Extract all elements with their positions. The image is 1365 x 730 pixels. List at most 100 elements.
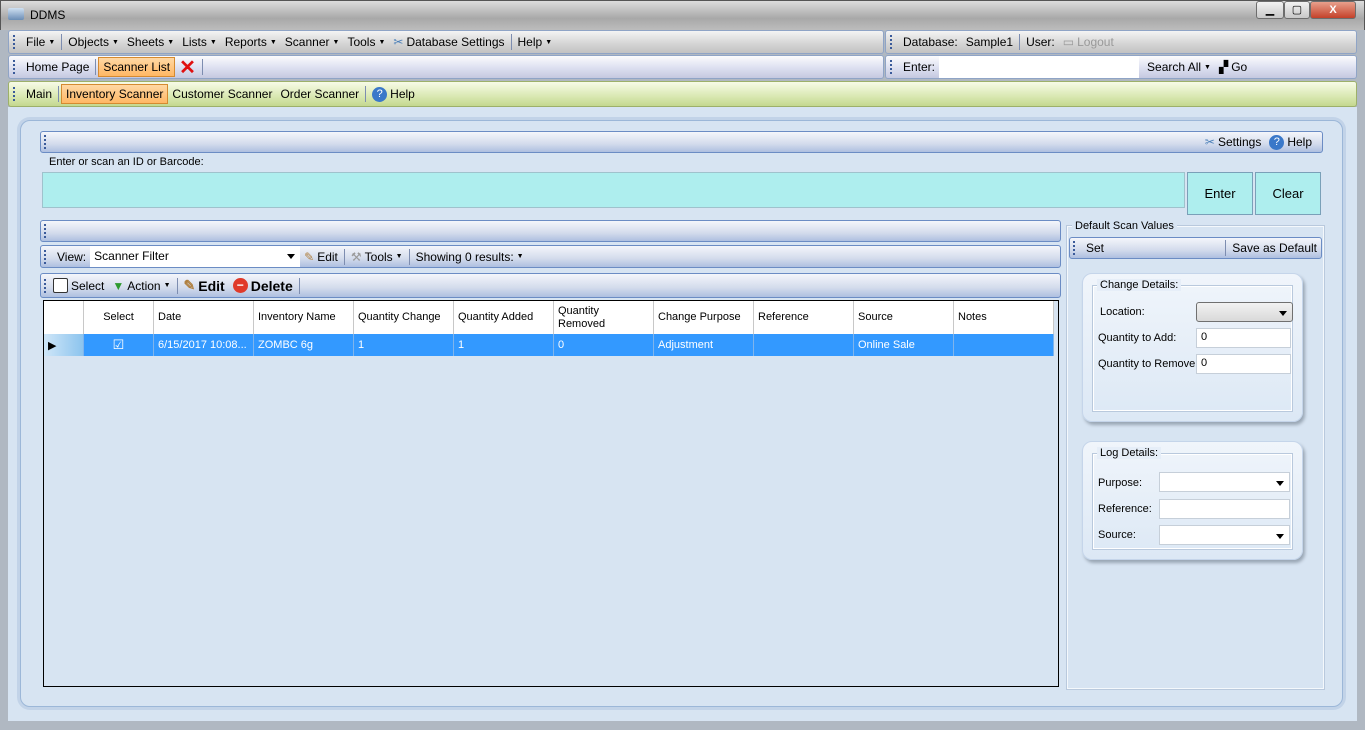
go-button[interactable]: ▞ Go xyxy=(1215,60,1251,74)
menu-file[interactable]: File ▼ xyxy=(22,35,59,49)
scanner-nav-bar: Main Inventory Scanner Customer Scanner … xyxy=(8,81,1357,107)
edit-button[interactable]: ✎ Edit xyxy=(180,277,229,294)
enter-button[interactable]: Enter xyxy=(1187,172,1253,215)
showing-results-dropdown[interactable]: Showing 0 results: ▼ xyxy=(412,250,528,264)
menu-tools[interactable]: Tools ▼ xyxy=(343,35,389,49)
location-select[interactable] xyxy=(1196,302,1293,322)
cell-date[interactable]: 6/15/2017 10:08... xyxy=(154,334,254,356)
change-details-box: Change Details: Location: Quantity to Ad… xyxy=(1082,273,1303,422)
arrow-down-icon: ▼ xyxy=(112,278,125,293)
minimize-button[interactable]: ▁ xyxy=(1256,1,1284,19)
tab-home-page[interactable]: Home Page xyxy=(22,60,93,74)
close-button[interactable]: X xyxy=(1310,1,1356,19)
go-label: Go xyxy=(1231,60,1248,74)
delete-button[interactable]: − Delete xyxy=(229,278,297,294)
column-header-date[interactable]: Date xyxy=(154,301,254,334)
pencil-icon: ✎ xyxy=(304,249,315,264)
grip-icon xyxy=(44,224,47,238)
column-header-quantity-change[interactable]: Quantity Change xyxy=(354,301,454,334)
delete-icon: − xyxy=(232,278,248,293)
barcode-prompt: Enter or scan an ID or Barcode: xyxy=(49,156,204,168)
clear-button[interactable]: Clear xyxy=(1255,172,1321,215)
cell-change-purpose[interactable]: Adjustment xyxy=(654,334,754,356)
change-details-title: Change Details: xyxy=(1097,279,1182,291)
row-selector-icon[interactable]: ▶ xyxy=(44,334,84,356)
nav-order-scanner[interactable]: Order Scanner xyxy=(276,87,363,101)
tab-bar: Home Page Scanner List ✕ xyxy=(8,55,884,79)
search-all-dropdown[interactable]: Search All ▼ xyxy=(1143,60,1215,74)
action-dropdown[interactable]: ▼ Action ▼ xyxy=(108,279,174,293)
column-header-inventory-name[interactable]: Inventory Name xyxy=(254,301,354,334)
view-tools-button[interactable]: ⚒ Tools ▼ xyxy=(347,250,407,264)
row-select-checkbox[interactable]: ☑ xyxy=(84,334,154,356)
nav-inventory-scanner[interactable]: Inventory Scanner xyxy=(61,84,169,104)
settings-button[interactable]: ✂ Settings xyxy=(1201,135,1265,149)
scanner-grid: Select Date Inventory Name Quantity Chan… xyxy=(43,300,1059,687)
menu-bar: File ▼ Objects ▼ Sheets ▼ Lists ▼ Reports ▼ S… xyxy=(8,30,884,54)
edit-label: Edit xyxy=(317,249,338,264)
save-as-default-button[interactable]: Save as Default xyxy=(1228,241,1321,255)
menu-label: Help xyxy=(517,35,543,49)
reference-input[interactable] xyxy=(1159,499,1290,519)
grip-icon xyxy=(44,135,47,149)
menu-label: Database Settings xyxy=(406,35,505,49)
tools-icon: ✂ xyxy=(393,35,404,49)
search-all-label: Search All xyxy=(1147,60,1202,74)
tools-icon: ✂ xyxy=(1204,135,1215,149)
nav-customer-scanner[interactable]: Customer Scanner xyxy=(168,87,276,101)
grip-icon xyxy=(890,35,893,49)
search-input[interactable] xyxy=(939,56,1140,78)
menu-objects[interactable]: Objects ▼ xyxy=(64,35,123,49)
scan-toolbar: ✂ Settings ? Help xyxy=(40,131,1323,153)
delete-label: Delete xyxy=(250,277,293,294)
reference-label: Reference: xyxy=(1098,503,1152,515)
menu-label: Lists xyxy=(182,35,207,49)
grip-icon xyxy=(13,60,16,74)
grip-icon xyxy=(44,249,47,264)
cell-quantity-change[interactable]: 1 xyxy=(354,334,454,356)
view-select[interactable]: Scanner Filter xyxy=(90,246,301,267)
column-header-select[interactable]: Select xyxy=(84,301,154,334)
logout-icon: ▭ xyxy=(1062,35,1075,49)
help-button[interactable]: ? Help xyxy=(1265,134,1316,150)
maximize-button[interactable]: ▢ xyxy=(1284,1,1310,19)
nav-help[interactable]: ? Help xyxy=(368,86,419,102)
cell-source[interactable]: Online Sale xyxy=(854,334,954,356)
column-header-source[interactable]: Source xyxy=(854,301,954,334)
column-header-quantity-added[interactable]: Quantity Added xyxy=(454,301,554,334)
menu-scanner[interactable]: Scanner ▼ xyxy=(281,35,344,49)
close-tab-icon[interactable]: ✕ xyxy=(175,55,200,80)
column-header-change-purpose[interactable]: Change Purpose xyxy=(654,301,754,334)
cell-quantity-removed[interactable]: 0 xyxy=(554,334,654,356)
cell-inventory-name[interactable]: ZOMBC 6g xyxy=(254,334,354,356)
nav-main[interactable]: Main xyxy=(22,87,56,101)
quantity-to-add-input[interactable]: 0 xyxy=(1196,328,1291,348)
logout-button[interactable]: ▭ Logout xyxy=(1059,35,1118,49)
barcode-input[interactable] xyxy=(42,172,1185,208)
menu-sheets[interactable]: Sheets ▼ xyxy=(123,35,178,49)
quantity-to-remove-input[interactable]: 0 xyxy=(1196,354,1291,374)
help-icon: ? xyxy=(372,86,388,102)
cell-reference[interactable] xyxy=(754,334,854,356)
cell-quantity-added[interactable]: 1 xyxy=(454,334,554,356)
menu-database-settings[interactable]: ✂ Database Settings xyxy=(389,35,508,49)
source-select[interactable] xyxy=(1159,525,1290,545)
cell-notes[interactable] xyxy=(954,334,1054,356)
help-label: Help xyxy=(1287,135,1312,149)
showing-label: Showing 0 results: xyxy=(415,249,514,264)
menu-help[interactable]: Help ▼ xyxy=(514,35,557,49)
column-header-quantity-removed[interactable]: Quantity Removed xyxy=(554,301,654,334)
view-edit-button[interactable]: ✎ Edit xyxy=(300,250,342,264)
column-header-reference[interactable]: Reference xyxy=(754,301,854,334)
column-header-notes[interactable]: Notes xyxy=(954,301,1054,334)
source-label: Source: xyxy=(1098,529,1136,541)
action-label: Action xyxy=(127,278,161,293)
purpose-select[interactable] xyxy=(1159,472,1290,492)
set-button[interactable]: Set xyxy=(1082,241,1108,255)
tab-scanner-list[interactable]: Scanner List xyxy=(98,57,176,77)
menu-label: Sheets xyxy=(126,35,165,49)
menu-reports[interactable]: Reports ▼ xyxy=(221,35,281,49)
menu-lists[interactable]: Lists ▼ xyxy=(178,35,221,49)
select-toggle[interactable]: Select xyxy=(49,278,108,293)
window-title: DDMS xyxy=(30,8,66,22)
